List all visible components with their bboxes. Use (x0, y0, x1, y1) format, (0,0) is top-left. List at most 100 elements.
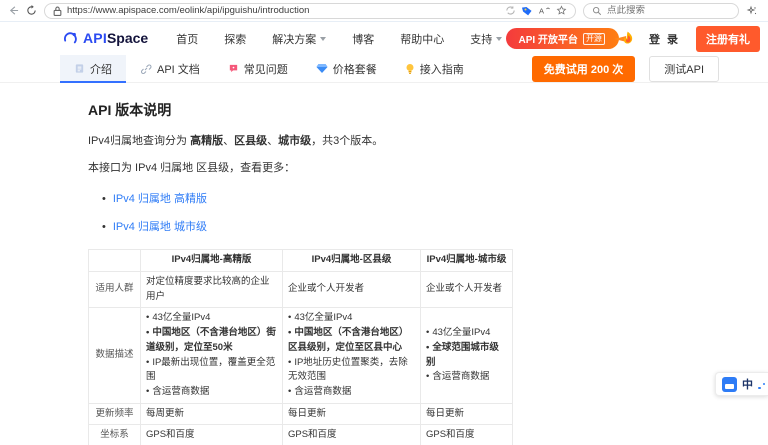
apispace-logo[interactable]: APISpace (62, 30, 148, 48)
table-cell: 每日更新 (283, 403, 421, 425)
menu-item-help[interactable]: 帮助中心 (400, 31, 444, 47)
favorite-star-icon[interactable] (556, 5, 567, 16)
bullet-icon: • (146, 327, 149, 338)
search-input[interactable] (607, 5, 730, 16)
bullet-item: •含运营商数据 (288, 385, 415, 400)
bullet-icon: • (288, 312, 291, 323)
bullet-icon: • (146, 357, 149, 368)
text-segment: 、 (267, 135, 278, 147)
table-cell: 企业或个人开发者 (283, 271, 421, 307)
open-platform-label: API 开放平台 (518, 31, 577, 46)
table-header-cell: IPv4归属地-区县级 (283, 250, 421, 272)
bullet-icon: • (146, 312, 149, 323)
text-segment: 城市级 (278, 135, 311, 147)
table-header-cell: IPv4归属地-城市级 (421, 250, 513, 272)
link-icon (140, 63, 152, 75)
menu-item-blog[interactable]: 博客 (352, 31, 374, 47)
version-doc-link[interactable]: IPv4 归属地 城市级 (113, 221, 207, 233)
chevron-down-icon (320, 37, 326, 41)
back-icon[interactable] (8, 5, 19, 16)
bullet-icon: • (426, 342, 429, 353)
tab-faq[interactable]: 常见问题 (214, 55, 302, 82)
translate-widget[interactable]: 中 (715, 372, 768, 396)
bullet-icon: • (288, 327, 291, 338)
table-cell: 对定位精度要求比较高的企业用户 (141, 271, 283, 307)
open-source-tag: 开源 (583, 33, 605, 45)
bullet-icon: • (426, 327, 429, 338)
address-bar[interactable]: https://www.apispace.com/eolink/api/ipgu… (44, 3, 576, 19)
table-cell: GPS和百度 (283, 425, 421, 445)
table-cell: 企业或个人开发者 (421, 271, 513, 307)
table-row: 数据描述•43亿全量IPv4•中国地区（不含港台地区）街道级别，定位至50米•I… (89, 308, 513, 403)
row-label: 数据描述 (89, 308, 141, 403)
faq-icon (228, 63, 239, 74)
row-label: 坐标系 (89, 425, 141, 445)
text-segment: 、 (223, 135, 234, 147)
list-item: IPv4 归属地 城市级 (102, 218, 768, 234)
svg-text:A: A (539, 7, 544, 16)
bullet-item: •43亿全量IPv4 (426, 326, 507, 341)
logo-text-space: Space (107, 30, 148, 46)
menu-item-support[interactable]: 支持 (470, 31, 502, 47)
open-platform-badge[interactable]: API 开放平台 开源 (506, 28, 618, 49)
translate-icon[interactable] (505, 5, 516, 16)
browser-toolbar: https://www.apispace.com/eolink/api/ipgu… (0, 0, 768, 22)
tab-introduction[interactable]: 介绍 (60, 55, 126, 82)
bullet-icon: • (426, 371, 429, 382)
tab-guide[interactable]: 接入指南 (391, 55, 478, 82)
bullet-item: •IP地址历史位置聚类，去除无效范围 (288, 356, 415, 385)
shopping-tag-icon[interactable] (521, 5, 533, 17)
bullet-icon: • (146, 386, 149, 397)
table-header-cell: IPv4归属地-高精版 (141, 250, 283, 272)
text-segment: 区县级 (234, 135, 267, 147)
bullet-item: •中国地区（不含港台地区）区县级别，定位至区县中心 (288, 326, 415, 355)
apispace-logo-icon (62, 30, 79, 47)
lightbulb-icon (405, 63, 415, 75)
table-cell: GPS和百度 (141, 425, 283, 445)
menu-item-explore[interactable]: 探索 (224, 31, 246, 47)
version-link-list: IPv4 归属地 高精版 IPv4 归属地 城市级 (102, 190, 768, 234)
bullet-item: •43亿全量IPv4 (288, 311, 415, 326)
lock-icon (53, 6, 62, 16)
table-cell: 每日更新 (421, 403, 513, 425)
translate-app-icon (722, 377, 737, 392)
table-row: 更新频率每周更新每日更新每日更新 (89, 403, 513, 425)
sparkle-icon[interactable] (746, 5, 758, 17)
version-doc-link[interactable]: IPv4 归属地 高精版 (113, 193, 207, 205)
test-api-button[interactable]: 测试API (649, 56, 719, 82)
row-label: 更新频率 (89, 403, 141, 425)
bullet-item: •43亿全量IPv4 (146, 311, 277, 326)
table-header-row: IPv4归属地-高精版IPv4归属地-区县级IPv4归属地-城市级 (89, 250, 513, 272)
reload-icon[interactable] (26, 5, 37, 16)
gem-icon (316, 63, 328, 74)
menu-item-solutions[interactable]: 解决方案 (272, 31, 326, 47)
read-aloud-icon[interactable]: A (538, 5, 551, 16)
search-icon (592, 6, 602, 16)
tab-api-docs[interactable]: API 文档 (126, 55, 214, 82)
bullet-icon: • (288, 357, 291, 368)
translate-dots-icon (758, 379, 765, 389)
bullet-icon: • (288, 386, 291, 397)
chevron-down-icon (496, 37, 502, 41)
register-button[interactable]: 注册有礼 (696, 26, 760, 52)
text-segment: ，共3个版本。 (311, 135, 383, 147)
bullet-item: •全球范围城市级别 (426, 341, 507, 370)
text-segment: 高精版 (190, 135, 223, 147)
bullet-item: •含运营商数据 (426, 370, 507, 385)
menu-item-home[interactable]: 首页 (176, 31, 198, 47)
page-title: API 版本说明 (88, 100, 768, 120)
login-link[interactable]: 登 录 (649, 31, 680, 47)
intro-paragraph: IPv4归属地查询分为 高精版、区县级、城市级，共3个版本。 (88, 133, 768, 151)
list-item: IPv4 归属地 高精版 (102, 190, 768, 206)
url-text: https://www.apispace.com/eolink/api/ipgu… (67, 5, 500, 16)
table-cell: •43亿全量IPv4•全球范围城市级别•含运营商数据 (421, 308, 513, 403)
browser-search-box[interactable] (583, 3, 739, 19)
flame-icon (613, 28, 635, 49)
bullet-item: •IP最新出现位置，覆盖更全范围 (146, 356, 277, 385)
more-paragraph: 本接口为 IPv4 归属地 区县级，查看更多： (88, 160, 768, 178)
tab-pricing[interactable]: 价格套餐 (302, 55, 391, 82)
free-trial-button[interactable]: 免费试用 200 次 (532, 56, 635, 82)
table-cell: •43亿全量IPv4•中国地区（不含港台地区）街道级别，定位至50米•IP最新出… (141, 308, 283, 403)
text-segment: IPv4归属地查询分为 (88, 135, 190, 147)
main-menu: 首页 探索 解决方案 博客 帮助中心 支持 (176, 31, 502, 47)
